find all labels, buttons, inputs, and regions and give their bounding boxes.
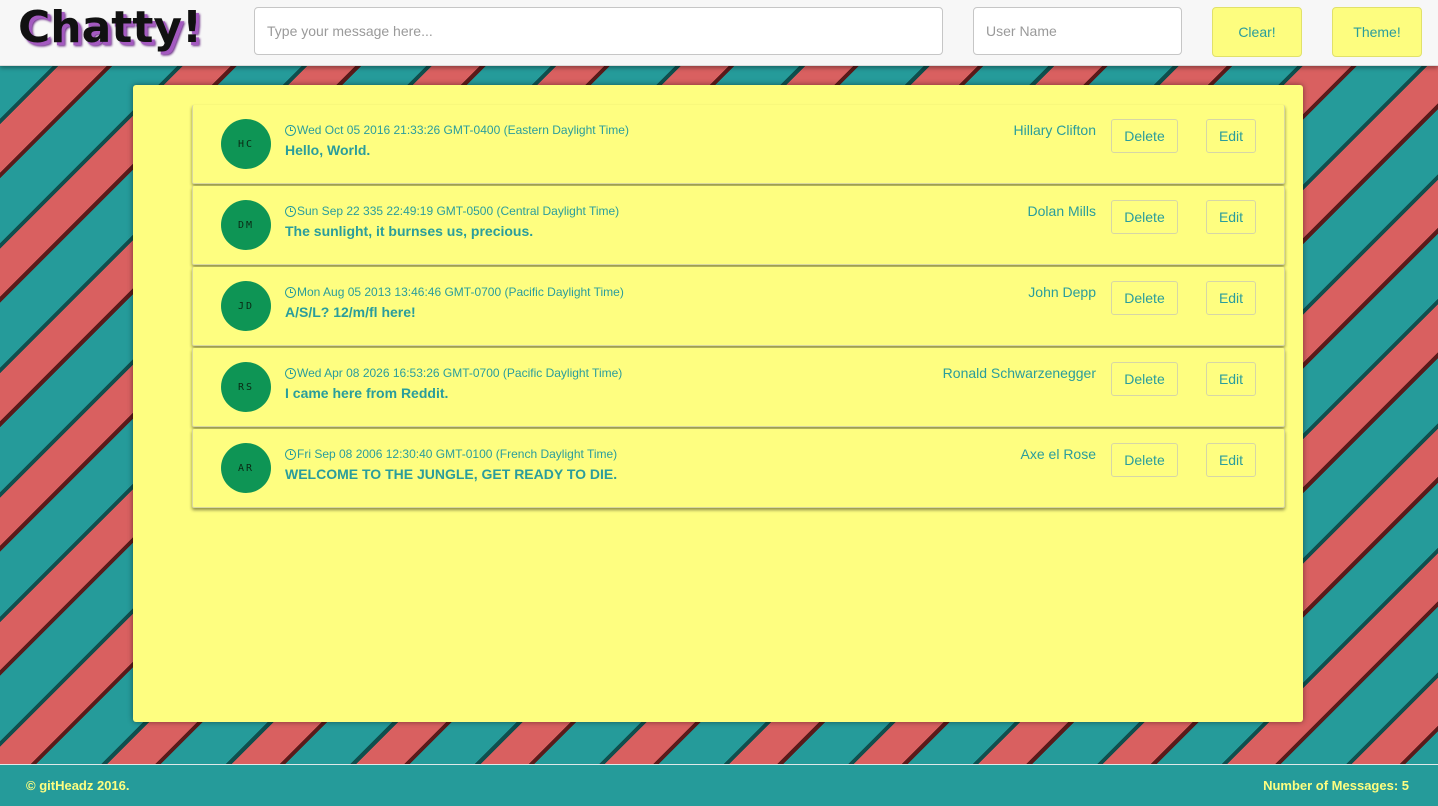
delete-button[interactable]: Delete: [1111, 200, 1178, 234]
clock-icon: [285, 448, 296, 460]
delete-button[interactable]: Delete: [1111, 443, 1178, 477]
delete-button[interactable]: Delete: [1111, 119, 1178, 153]
edit-button[interactable]: Edit: [1206, 362, 1256, 396]
message-timestamp: Wed Apr 08 2026 16:53:26 GMT-0700 (Pacif…: [297, 366, 623, 380]
message-meta: Mon Aug 05 2013 13:46:46 GMT-0700 (Pacif…: [285, 285, 624, 299]
edit-button[interactable]: Edit: [1206, 443, 1256, 477]
message-card: HC Wed Oct 05 2016 21:33:26 GMT-0400 (Ea…: [192, 105, 1285, 184]
message-text: WELCOME TO THE JUNGLE, GET READY TO DIE.: [285, 466, 618, 482]
clock-icon: [285, 124, 296, 136]
footer: © gitHeadz 2016. Number of Messages: 5: [0, 764, 1438, 806]
top-bar: Chatty! Clear! Theme!: [0, 0, 1438, 66]
avatar: DM: [221, 200, 271, 250]
message-text: Hello, World.: [285, 142, 371, 158]
message-author: Dolan Mills: [1027, 203, 1096, 219]
clock-icon: [285, 367, 296, 379]
edit-button[interactable]: Edit: [1206, 200, 1256, 234]
message-card: RS Wed Apr 08 2026 16:53:26 GMT-0700 (Pa…: [192, 348, 1285, 427]
message-count: Number of Messages: 5: [1263, 778, 1409, 793]
message-timestamp: Fri Sep 08 2006 12:30:40 GMT-0100 (Frenc…: [297, 447, 618, 461]
message-timestamp: Wed Oct 05 2016 21:33:26 GMT-0400 (Easte…: [297, 123, 629, 137]
message-timestamp: Sun Sep 22 335 22:49:19 GMT-0500 (Centra…: [297, 204, 620, 218]
clock-icon: [285, 205, 296, 217]
message-meta: Fri Sep 08 2006 12:30:40 GMT-0100 (Frenc…: [285, 447, 617, 461]
delete-button[interactable]: Delete: [1111, 362, 1178, 396]
delete-button[interactable]: Delete: [1111, 281, 1178, 315]
message-meta: Wed Oct 05 2016 21:33:26 GMT-0400 (Easte…: [285, 123, 629, 137]
message-card: AR Fri Sep 08 2006 12:30:40 GMT-0100 (Fr…: [192, 429, 1285, 508]
message-text: A/S/L? 12/m/fl here!: [285, 304, 416, 320]
avatar: HC: [221, 119, 271, 169]
avatar: JD: [221, 281, 271, 331]
username-input[interactable]: [973, 7, 1182, 55]
message-author: John Depp: [1028, 284, 1096, 300]
message-author: Axe el Rose: [1020, 446, 1096, 462]
message-input[interactable]: [254, 7, 943, 55]
message-card: DM Sun Sep 22 335 22:49:19 GMT-0500 (Cen…: [192, 186, 1285, 265]
message-timestamp: Mon Aug 05 2013 13:46:46 GMT-0700 (Pacif…: [297, 285, 624, 299]
chat-panel: HC Wed Oct 05 2016 21:33:26 GMT-0400 (Ea…: [133, 85, 1303, 722]
message-author: Hillary Clifton: [1013, 122, 1096, 138]
edit-button[interactable]: Edit: [1206, 281, 1256, 315]
message-text: The sunlight, it burnses us, precious.: [285, 223, 534, 239]
app-logo: Chatty!: [18, 2, 203, 53]
clock-icon: [285, 286, 296, 298]
avatar: AR: [221, 443, 271, 493]
edit-button[interactable]: Edit: [1206, 119, 1256, 153]
message-author: Ronald Schwarzenegger: [942, 365, 1096, 381]
message-list: HC Wed Oct 05 2016 21:33:26 GMT-0400 (Ea…: [192, 105, 1285, 510]
message-meta: Sun Sep 22 335 22:49:19 GMT-0500 (Centra…: [285, 204, 619, 218]
message-card: JD Mon Aug 05 2013 13:46:46 GMT-0700 (Pa…: [192, 267, 1285, 346]
copyright-text: © gitHeadz 2016.: [26, 778, 130, 793]
theme-button[interactable]: Theme!: [1332, 7, 1422, 57]
clear-button[interactable]: Clear!: [1212, 7, 1302, 57]
message-text: I came here from Reddit.: [285, 385, 449, 401]
avatar: RS: [221, 362, 271, 412]
message-meta: Wed Apr 08 2026 16:53:26 GMT-0700 (Pacif…: [285, 366, 622, 380]
